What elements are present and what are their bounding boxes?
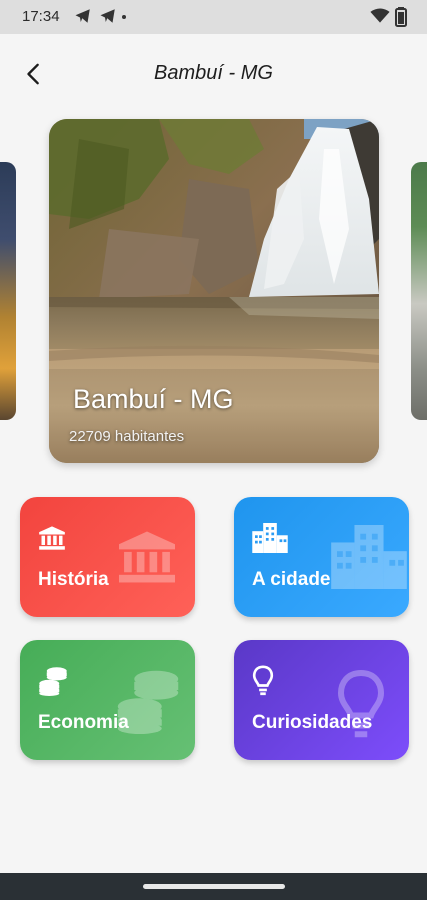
city-name: Bambuí - MG	[73, 384, 234, 414]
home-gesture-handle[interactable]	[143, 884, 285, 889]
tile-a-cidade[interactable]: A cidade	[234, 497, 409, 617]
tile-economia[interactable]: Economia	[20, 640, 195, 760]
tile-economia-label: Economia	[38, 712, 129, 733]
tile-historia-label: História	[38, 569, 109, 590]
bank-icon	[39, 526, 65, 550]
bank-icon-background	[119, 531, 175, 583]
battery-icon	[395, 7, 407, 27]
lightbulb-icon	[252, 665, 274, 696]
page-title: Bambuí - MG	[154, 62, 273, 84]
telegram-icon	[75, 9, 90, 23]
tile-curiosidades[interactable]: Curiosidades	[234, 640, 409, 760]
system-nav-bar	[0, 873, 427, 900]
status-time: 17:34	[22, 8, 60, 25]
notification-dot	[122, 15, 126, 19]
carousel-next-card[interactable]	[411, 162, 427, 420]
coins-icon	[39, 667, 67, 696]
app-bar: Bambuí - MG	[0, 34, 427, 114]
tile-curiosidades-label: Curiosidades	[252, 712, 373, 733]
carousel-prev-card[interactable]	[0, 162, 16, 420]
status-bar: 17:34	[0, 0, 427, 34]
tile-historia[interactable]: História	[20, 497, 195, 617]
city-photo-card[interactable]: Bambuí - MG 22709 habitantes	[49, 119, 379, 463]
tile-a-cidade-label: A cidade	[252, 569, 331, 590]
city-icon	[252, 523, 288, 553]
telegram-icon	[100, 9, 115, 23]
city-icon-background	[331, 525, 407, 589]
population-label: 22709 habitantes	[69, 428, 185, 445]
wifi-icon	[370, 8, 390, 23]
